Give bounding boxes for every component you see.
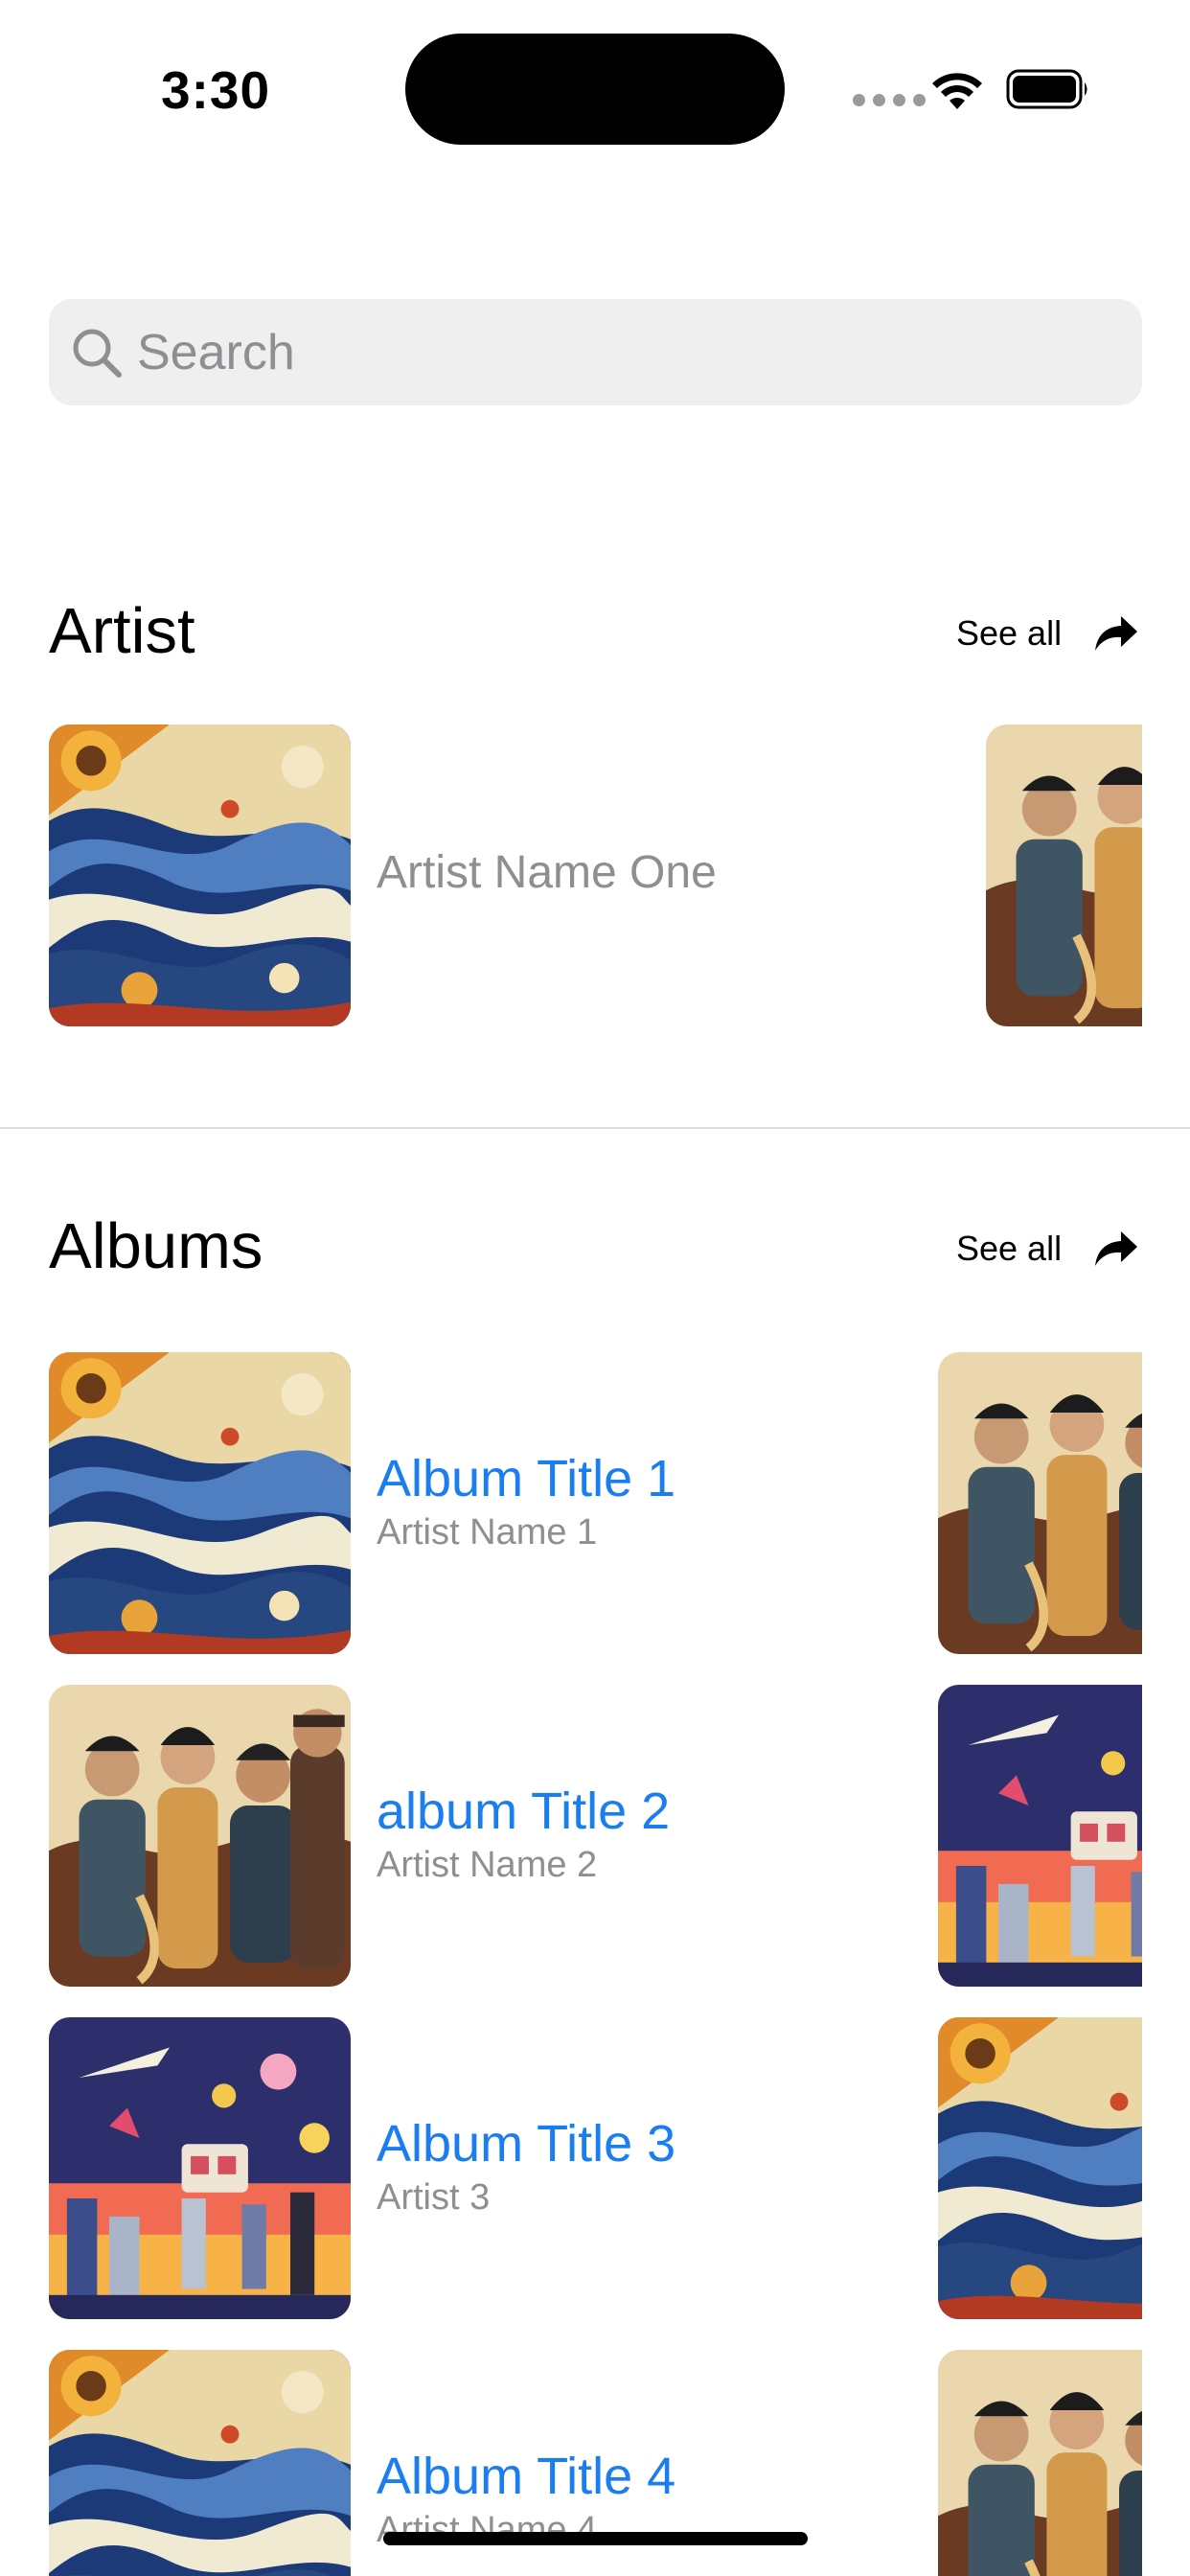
album-item-2[interactable]: album Title 2 Artist Name 2 [377,1782,670,1886]
artwork-image [938,1685,1142,1987]
album-title: Album Title 3 [377,2115,676,2173]
album-artwork-3[interactable] [49,2017,351,2319]
album-artwork-next-3[interactable] [938,2017,1142,2319]
album-artwork-1[interactable] [49,1352,351,1654]
artwork-image [938,2350,1142,2576]
albums-see-all-button[interactable]: See all [956,1229,1138,1269]
album-title: album Title 2 [377,1782,671,1840]
cellular-signal-icon [853,94,926,106]
album-artwork-4[interactable] [49,2350,351,2576]
artwork-image [49,1352,351,1654]
section-divider [0,1127,1190,1129]
artist-see-all-button[interactable]: See all [956,613,1138,654]
share-arrow-icon [1095,616,1138,651]
artist-section-title: Artist [49,595,195,667]
artist-artwork-2[interactable] [986,724,1142,1026]
wifi-icon [932,73,982,109]
album-title: Album Title 1 [377,1450,676,1507]
album-artist: Artist Name 1 [377,1512,598,1553]
home-indicator[interactable] [383,2532,808,2545]
search-icon [73,329,122,378]
artwork-image [49,2017,351,2319]
status-time: 3:30 [161,60,271,120]
artwork-image [49,2350,351,2576]
artwork-image [49,1685,351,1987]
album-item-1[interactable]: Album Title 1 Artist Name 1 [377,1449,675,1553]
search-bar[interactable] [49,299,1142,405]
dynamic-island [405,34,785,145]
album-item-3[interactable]: Album Title 3 Artist 3 [377,2114,675,2219]
album-artist: Artist Name 2 [377,1845,598,1886]
battery-icon [1006,69,1087,109]
artwork-image [986,724,1142,1026]
album-artwork-next-1[interactable] [938,1352,1142,1654]
artist-name-1[interactable]: Artist Name One [377,846,717,899]
see-all-label: See all [956,1229,1063,1268]
see-all-label: See all [956,613,1063,653]
artwork-image [938,2017,1142,2319]
artwork-image [938,1352,1142,1654]
artwork-image [49,724,351,1026]
album-title: Album Title 4 [377,2448,676,2505]
share-arrow-icon [1095,1231,1138,1266]
artist-artwork-1[interactable] [49,724,351,1026]
album-artist: Artist 3 [377,2177,491,2219]
album-artwork-next-2[interactable] [938,1685,1142,1987]
search-input[interactable] [137,323,1095,381]
albums-section-title: Albums [49,1210,263,1282]
album-artwork-next-4[interactable] [938,2350,1142,2576]
album-artwork-2[interactable] [49,1685,351,1987]
